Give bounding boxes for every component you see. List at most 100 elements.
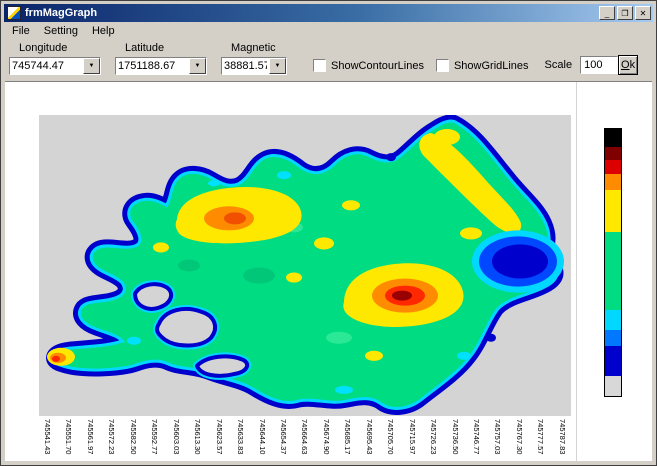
x-tick-label: 745685.17 xyxy=(342,419,352,454)
toolbar-checkboxes: ShowContourLines ShowGridLines xyxy=(301,41,529,79)
yellow-speck xyxy=(153,242,169,252)
x-tick-label: 745582.50 xyxy=(128,419,138,454)
legend-segment xyxy=(605,129,621,147)
latitude-value[interactable] xyxy=(116,58,189,74)
x-tick-label: 745561.97 xyxy=(85,419,95,454)
x-tick-label: 745644.10 xyxy=(257,419,267,454)
yellow-speck xyxy=(365,351,383,361)
cyan-speck xyxy=(127,337,141,345)
legend-segment xyxy=(605,174,621,190)
field-magnetic: Magnetic ▼ xyxy=(221,41,287,79)
green-shade xyxy=(326,332,352,344)
cyan-speck xyxy=(277,171,291,179)
legend-segment xyxy=(605,160,621,174)
legend-segment xyxy=(605,190,621,232)
blue-anomaly-core xyxy=(492,244,548,278)
x-tick-label: 745777.57 xyxy=(535,419,545,454)
scale-group: Scale xyxy=(545,56,619,74)
chart-panel: 745541.43745551.70745561.97745572.237455… xyxy=(5,81,652,461)
x-tick-label: 745746.77 xyxy=(471,419,481,454)
magnetic-label: Magnetic xyxy=(231,42,287,54)
x-tick-label: 745757.03 xyxy=(492,419,502,454)
x-axis-labels: 745541.43745551.70745561.97745572.237455… xyxy=(39,418,571,464)
legend-segment xyxy=(605,346,621,376)
show-contour-lines-checkbox[interactable]: ShowContourLines xyxy=(313,59,424,72)
panel-divider xyxy=(576,82,577,461)
menu-setting[interactable]: Setting xyxy=(37,24,85,38)
navy-dot xyxy=(486,334,496,342)
hole xyxy=(157,309,215,346)
x-tick-label: 745674.90 xyxy=(321,419,331,454)
toolbar: Longitude ▼ Latitude ▼ Magnetic ▼ ShowContour… xyxy=(5,39,652,81)
x-tick-label: 745767.30 xyxy=(514,419,524,454)
scale-input[interactable] xyxy=(580,56,618,74)
chevron-down-icon: ▼ xyxy=(275,63,281,69)
chevron-down-icon: ▼ xyxy=(195,63,201,69)
x-tick-label: 745654.37 xyxy=(278,419,288,454)
yellow-speck xyxy=(342,200,360,210)
show-grid-lines-label: ShowGridLines xyxy=(454,60,529,72)
maximize-button[interactable]: ❐ xyxy=(617,6,633,20)
heatmap-svg xyxy=(39,115,571,416)
menu-file[interactable]: File xyxy=(5,24,37,38)
legend-segment xyxy=(605,232,621,310)
x-tick-label: 745623.57 xyxy=(214,419,224,454)
yellow-speck xyxy=(434,129,460,145)
x-tick-label: 745592.77 xyxy=(149,419,159,454)
yellow-speck xyxy=(286,273,302,283)
maximize-icon: ❐ xyxy=(621,9,628,18)
longitude-label: Longitude xyxy=(19,42,101,54)
x-tick-label: 745664.63 xyxy=(299,419,309,454)
field-longitude: Longitude ▼ xyxy=(9,41,101,79)
heatmap-plot xyxy=(39,115,571,416)
longitude-dropdown-button[interactable]: ▼ xyxy=(83,58,100,74)
x-tick-label: 745603.03 xyxy=(171,419,181,454)
magnetic-value[interactable] xyxy=(222,58,269,74)
show-grid-lines-checkbox-box[interactable] xyxy=(436,59,449,72)
toolbar-fields: Longitude ▼ Latitude ▼ Magnetic ▼ xyxy=(9,41,301,79)
deep-orange-upper xyxy=(224,212,246,224)
latitude-dropdown-button[interactable]: ▼ xyxy=(189,58,206,74)
darkred-center xyxy=(392,291,412,301)
color-legend xyxy=(604,128,622,397)
show-contour-lines-label: ShowContourLines xyxy=(331,60,424,72)
yellow-speck xyxy=(314,237,334,249)
minimize-button[interactable]: _ xyxy=(599,6,615,20)
navy-dot xyxy=(386,153,396,161)
window-controls: _ ❐ ✕ xyxy=(599,6,651,20)
legend-segment xyxy=(605,147,621,160)
ok-button[interactable]: Ok xyxy=(618,55,638,75)
yellow-speck xyxy=(460,227,482,239)
x-tick-label: 745787.83 xyxy=(557,419,567,454)
chevron-down-icon: ▼ xyxy=(89,63,95,69)
latitude-label: Latitude xyxy=(125,42,207,54)
x-tick-label: 745551.70 xyxy=(63,419,73,454)
close-button[interactable]: ✕ xyxy=(635,6,651,20)
x-tick-label: 745541.43 xyxy=(42,419,52,454)
magnetic-combobox[interactable]: ▼ xyxy=(221,57,287,75)
app-window: frmMagGraph _ ❐ ✕ FileSettingHelp Longit… xyxy=(0,0,657,466)
left-hotspot-red xyxy=(52,356,60,362)
magnetic-dropdown-button[interactable]: ▼ xyxy=(269,58,286,74)
show-grid-lines-checkbox[interactable]: ShowGridLines xyxy=(436,59,529,72)
scale-label: Scale xyxy=(545,59,573,71)
green-shade xyxy=(243,268,275,284)
show-contour-lines-checkbox-box[interactable] xyxy=(313,59,326,72)
cyan-speck xyxy=(457,352,471,360)
hole xyxy=(135,284,171,309)
x-tick-label: 745715.97 xyxy=(407,419,417,454)
menu-bar: FileSettingHelp xyxy=(5,23,652,39)
close-icon: ✕ xyxy=(640,9,647,18)
x-tick-label: 745633.83 xyxy=(235,419,245,454)
title-bar[interactable]: frmMagGraph _ ❐ ✕ xyxy=(4,4,653,22)
longitude-combobox[interactable]: ▼ xyxy=(9,57,101,75)
longitude-value[interactable] xyxy=(10,58,83,74)
ok-button-label: Ok xyxy=(619,59,637,71)
menu-help[interactable]: Help xyxy=(85,24,122,38)
x-tick-label: 745726.23 xyxy=(428,419,438,454)
cyan-speck xyxy=(208,180,220,186)
window-title: frmMagGraph xyxy=(25,7,599,19)
latitude-combobox[interactable]: ▼ xyxy=(115,57,207,75)
legend-segment xyxy=(605,330,621,346)
cyan-speck xyxy=(335,386,353,394)
